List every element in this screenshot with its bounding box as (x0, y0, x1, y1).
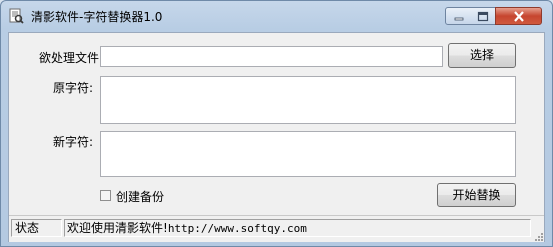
resize-grip-icon[interactable] (532, 230, 544, 242)
status-bar: 状态 欢迎使用清影软件!http://www.softqy.com (9, 215, 544, 242)
new-label: 新字符: (52, 135, 93, 149)
app-window: 清影软件-字符替换器1.0 欲处理文件: 选择 原字符: 新字符: 创建备份 开… (0, 0, 553, 247)
select-file-button[interactable]: 选择 (448, 43, 516, 68)
new-text-field[interactable] (100, 131, 516, 177)
original-label: 原字符: (52, 81, 93, 95)
title-bar[interactable]: 清影软件-字符替换器1.0 (1, 1, 552, 31)
backup-checkbox[interactable] (100, 190, 111, 201)
app-icon (9, 8, 24, 24)
client-area: 欲处理文件: 选择 原字符: 新字符: 创建备份 开始替换 状态 欢迎使用清影软… (8, 32, 545, 242)
maximize-button[interactable] (470, 7, 496, 25)
close-button[interactable] (495, 7, 542, 25)
minimize-icon (454, 17, 464, 21)
status-message-text: 欢迎使用清影软件! (67, 221, 168, 235)
file-path-field[interactable] (100, 46, 443, 67)
maximize-icon (477, 11, 489, 22)
status-message: 欢迎使用清影软件!http://www.softqy.com (64, 219, 531, 237)
minimize-button[interactable] (445, 7, 471, 25)
close-icon (514, 11, 524, 22)
window-title: 清影软件-字符替换器1.0 (31, 10, 163, 24)
backup-checkbox-label[interactable]: 创建备份 (116, 188, 164, 205)
file-label: 欲处理文件: (38, 51, 103, 65)
status-label: 状态 (11, 219, 62, 237)
status-message-url: http://www.softqy.com (167, 222, 307, 235)
original-text-field[interactable] (100, 76, 516, 124)
start-replace-button[interactable]: 开始替换 (437, 183, 516, 207)
